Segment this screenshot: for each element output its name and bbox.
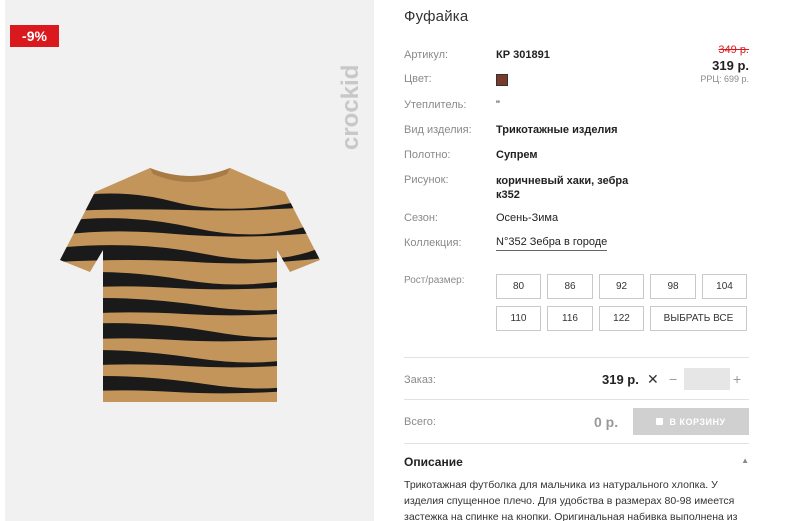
cart-icon: [656, 418, 664, 425]
order-label: Заказ:: [404, 374, 436, 386]
divider: [404, 399, 749, 400]
select-all-sizes-button[interactable]: ВЫБРАТЬ ВСЕ: [650, 306, 747, 331]
divider: [404, 443, 749, 444]
discount-badge: -9%: [10, 25, 59, 47]
spec-value-fabric: Супрем: [496, 149, 538, 161]
total-label: Всего:: [404, 416, 436, 428]
spec-label-type: Вид изделия:: [404, 124, 472, 136]
size-button-98[interactable]: 98: [650, 274, 696, 299]
spec-label-article: Артикул:: [404, 49, 449, 61]
add-to-cart-button[interactable]: В КОРЗИНУ: [633, 408, 749, 435]
order-price: 319 р.: [602, 372, 639, 387]
spec-value-article: КР 301891: [496, 49, 550, 61]
description-text: Трикотажная футболка для мальчика из нат…: [404, 479, 738, 521]
size-button-116[interactable]: 116: [547, 306, 593, 331]
collection-link[interactable]: N°352 Зебра в городе: [496, 236, 608, 251]
size-button-92[interactable]: 92: [599, 274, 644, 299]
spec-label-fabric: Полотно:: [404, 149, 451, 161]
spec-value-type: Трикотажные изделия: [496, 124, 618, 136]
brand-logo: crockid: [337, 65, 364, 150]
spec-value-insulation: ": [496, 99, 500, 111]
product-info-panel: Фуфайка Артикул: КР 301891 Цвет: Утеплит…: [404, 0, 749, 521]
size-button-122[interactable]: 122: [599, 306, 644, 331]
recommended-price: РРЦ: 699 р.: [700, 74, 749, 84]
size-label: Рост/размер:: [404, 275, 465, 286]
add-to-cart-label: В КОРЗИНУ: [669, 416, 726, 427]
size-button-110[interactable]: 110: [496, 306, 541, 331]
spec-label-season: Сезон:: [404, 212, 438, 224]
spec-label-collection: Коллекция:: [404, 237, 462, 249]
clear-icon[interactable]: ✕: [647, 371, 659, 388]
product-title: Фуфайка: [404, 8, 469, 25]
product-image: [60, 168, 320, 402]
old-price: 349 р.: [718, 44, 749, 56]
description-title: Описание: [404, 455, 463, 469]
total-price: 0 р.: [594, 414, 619, 430]
current-price: 319 р.: [712, 58, 749, 73]
collapse-icon[interactable]: ▲: [741, 456, 749, 465]
product-image-panel: -9% crockid: [5, 0, 374, 521]
increment-button[interactable]: +: [733, 371, 741, 387]
spec-value-season: Осень-Зима: [496, 212, 559, 224]
size-button-80[interactable]: 80: [496, 274, 541, 299]
divider: [404, 357, 749, 358]
spec-label-pattern: Рисунок:: [404, 174, 449, 186]
size-button-86[interactable]: 86: [547, 274, 593, 299]
spec-value-collection-wrap: N°352 Зебра в городе: [496, 236, 608, 251]
spec-label-color: Цвет:: [404, 73, 432, 85]
size-button-104[interactable]: 104: [702, 274, 747, 299]
color-swatch[interactable]: [496, 74, 508, 86]
spec-value-pattern: коричневый хаки, зебра к352: [496, 175, 629, 201]
decrement-button[interactable]: −: [669, 371, 677, 387]
brand-logo-text: crockid: [337, 65, 364, 150]
quantity-input[interactable]: [684, 368, 730, 390]
spec-label-insulation: Утеплитель:: [404, 99, 467, 111]
